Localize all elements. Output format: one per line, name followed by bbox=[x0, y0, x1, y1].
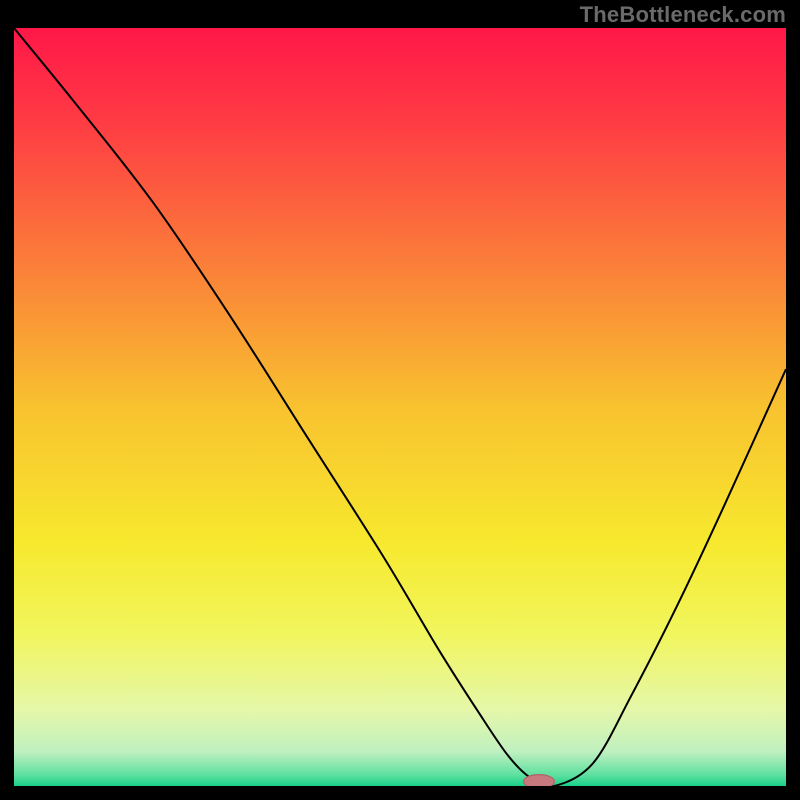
watermark-text: TheBottleneck.com bbox=[580, 2, 786, 28]
bottleneck-chart bbox=[14, 28, 786, 786]
plot-background bbox=[14, 28, 786, 786]
chart-frame: TheBottleneck.com bbox=[0, 0, 800, 800]
optimal-marker bbox=[524, 775, 555, 786]
